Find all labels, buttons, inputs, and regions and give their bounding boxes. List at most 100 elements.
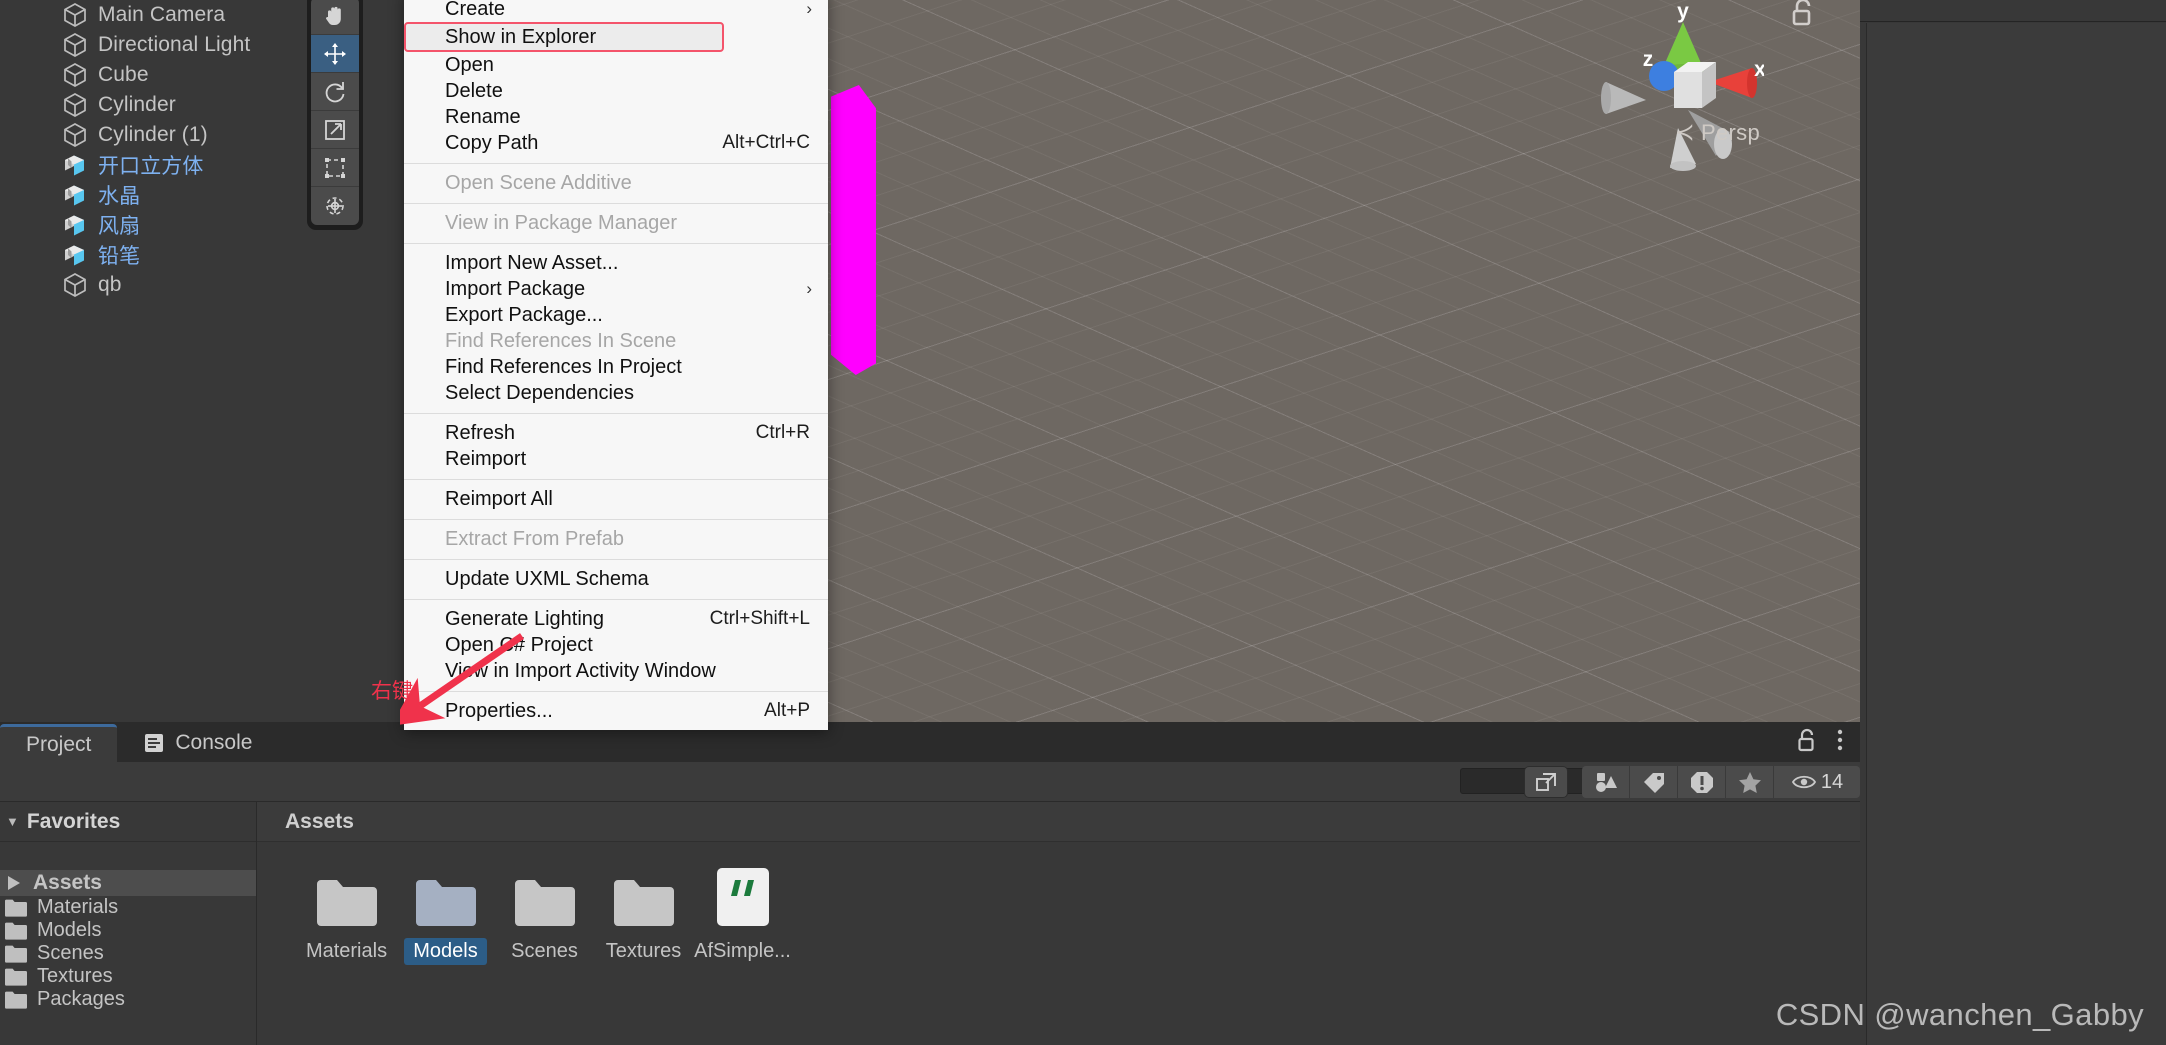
project-panel[interactable]: Project Console 14 ▼ Favorites Assets Ma…: [0, 722, 1860, 1045]
menu-item-label: Generate Lighting: [445, 607, 605, 630]
favorites-header[interactable]: ▼ Favorites: [0, 802, 256, 842]
scene-lock-icon[interactable]: [1790, 0, 1816, 31]
folder-icon: [4, 898, 28, 918]
menu-item-find-references-in-project[interactable]: Find References In Project: [404, 354, 828, 380]
folder-icon: [4, 944, 28, 964]
menu-item-view-in-import-activity-window[interactable]: View in Import Activity Window: [404, 658, 828, 684]
project-tree[interactable]: ▼ Favorites Assets Materials Models Scenes T…: [0, 802, 257, 1045]
menu-item-label: Reimport All: [445, 487, 553, 510]
magenta-object[interactable]: [831, 85, 876, 375]
shapes-filter-icon[interactable]: [1582, 766, 1630, 798]
hierarchy-item[interactable]: 铅笔: [0, 240, 419, 270]
hand-tool[interactable]: [311, 0, 359, 35]
menu-separator: [404, 243, 828, 244]
folder-thumbnail-icon: [513, 864, 577, 928]
script-thumbnail-icon: [715, 864, 771, 928]
menu-item-label: Import Package: [445, 277, 586, 300]
tree-item-scenes[interactable]: Scenes: [0, 942, 256, 965]
asset-item[interactable]: Materials: [297, 864, 396, 965]
menu-item-reimport[interactable]: Reimport: [404, 446, 828, 472]
menu-item-label: Select Dependencies: [445, 381, 635, 404]
menu-item-properties[interactable]: Properties... Alt+P: [404, 698, 828, 724]
gameobject-cube-icon: [62, 2, 88, 28]
lock-icon[interactable]: [1796, 728, 1818, 757]
scene-perspective-toggle[interactable]: ≺ Persp: [1675, 118, 1760, 147]
menu-separator: [404, 203, 828, 204]
asset-item[interactable]: AfSimple...: [693, 864, 792, 965]
hierarchy-item-label: Main Camera: [98, 3, 226, 26]
hierarchy-item-label: Directional Light: [98, 33, 251, 56]
prefab-icon: [62, 182, 88, 208]
asset-item-label: Textures: [605, 940, 682, 962]
gameobject-cube-icon: [62, 32, 88, 58]
visible-count-label: 14: [1820, 770, 1844, 793]
label-icon[interactable]: [1630, 766, 1678, 798]
tab-console[interactable]: Console: [117, 724, 278, 762]
asset-context-menu[interactable]: Create › Show in Explorer Open Delete Rename C…: [404, 0, 828, 730]
menu-item-generate-lighting[interactable]: Generate Lighting Ctrl+Shift+L: [404, 606, 828, 632]
tree-item-label: Textures: [37, 965, 113, 987]
asset-item[interactable]: Scenes: [495, 864, 594, 965]
menu-item-reimport-all[interactable]: Reimport All: [404, 486, 828, 512]
submenu-chevron-right-icon: ›: [806, 279, 812, 298]
menu-item-select-dependencies[interactable]: Select Dependencies: [404, 380, 828, 406]
chevron-left-icon: ≺: [1674, 119, 1696, 146]
scene-tools-palette[interactable]: [307, 0, 363, 230]
menu-item-rename[interactable]: Rename: [404, 104, 828, 130]
project-tabbar[interactable]: Project Console: [0, 722, 1860, 762]
menu-item-refresh[interactable]: Refresh Ctrl+R: [404, 420, 828, 446]
tree-item-assets[interactable]: Assets: [0, 870, 256, 896]
tree-item-packages[interactable]: Packages: [0, 988, 256, 1011]
asset-item[interactable]: Textures: [594, 864, 693, 965]
tree-item-models[interactable]: Models: [0, 919, 256, 942]
scale-tool[interactable]: [311, 111, 359, 149]
menu-item-import-new-asset[interactable]: Import New Asset...: [404, 250, 828, 276]
folder-icon: [4, 921, 28, 941]
inspector-panel[interactable]: [1860, 0, 2166, 1045]
project-content[interactable]: Assets Materials Models Scenes Textures AfSi…: [257, 802, 1860, 1045]
asset-item-label: Models: [404, 938, 487, 965]
rotate-tool[interactable]: [311, 73, 359, 111]
assets-arrow-icon: [4, 873, 24, 893]
menu-item-label: Reimport: [445, 447, 527, 470]
project-toolbar[interactable]: 14: [0, 762, 1860, 802]
menu-item-shortcut: Ctrl+R: [755, 422, 810, 443]
menu-item-view-in-package-manager: View in Package Manager: [404, 210, 828, 236]
menu-item-show-in-explorer[interactable]: Show in Explorer: [404, 22, 724, 52]
scene-orientation-gizmo[interactable]: y z x: [1584, 0, 1766, 184]
prefab-icon: [62, 242, 88, 268]
menu-item-label: Import New Asset...: [445, 251, 619, 274]
menu-item-label: Delete: [445, 79, 503, 102]
menu-item-label: Find References In Project: [445, 355, 682, 378]
hierarchy-item[interactable]: qb: [0, 270, 419, 300]
menu-item-open[interactable]: Open: [404, 52, 828, 78]
asset-item[interactable]: Models: [396, 864, 495, 965]
visible-count-button[interactable]: 14: [1774, 766, 1860, 798]
gizmo-y-label: y: [1677, 4, 1689, 23]
menu-item-extract-from-prefab: Extract From Prefab: [404, 526, 828, 552]
tab-project[interactable]: Project: [0, 724, 118, 762]
menu-item-update-uxml-schema[interactable]: Update UXML Schema: [404, 566, 828, 592]
menu-item-import-package[interactable]: Import Package ›: [404, 276, 828, 302]
rect-tool[interactable]: [311, 149, 359, 187]
warning-icon[interactable]: [1678, 766, 1726, 798]
tree-item-label: Models: [37, 919, 102, 941]
menu-item-export-package[interactable]: Export Package...: [404, 302, 828, 328]
more-options-icon[interactable]: [1836, 728, 1844, 757]
favorite-star-icon[interactable]: [1726, 766, 1774, 798]
console-icon: [143, 732, 165, 754]
move-tool[interactable]: [311, 35, 359, 73]
hierarchy-item-label: 风扇: [98, 215, 141, 238]
menu-item-copy-path[interactable]: Copy Path Alt+Ctrl+C: [404, 130, 828, 156]
menu-item-delete[interactable]: Delete: [404, 78, 828, 104]
tree-item-textures[interactable]: Textures: [0, 965, 256, 988]
transform-tool[interactable]: [311, 187, 359, 225]
gameobject-cube-icon: [62, 92, 88, 118]
menu-item-label: Open C# Project: [445, 633, 593, 656]
tree-item-label: Assets: [33, 871, 102, 894]
tree-item-materials[interactable]: Materials: [0, 896, 256, 919]
asset-item-label: Scenes: [511, 940, 578, 962]
expand-icon[interactable]: [1524, 766, 1568, 798]
menu-item-create[interactable]: Create ›: [404, 0, 828, 22]
menu-item-open-c-project[interactable]: Open C# Project: [404, 632, 828, 658]
